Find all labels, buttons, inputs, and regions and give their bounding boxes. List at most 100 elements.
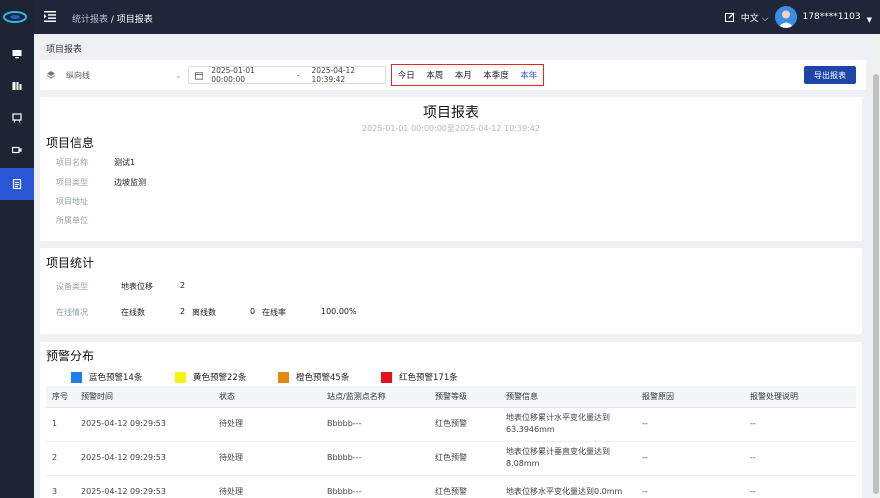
breadcrumb-parent[interactable]: 统计报表 [72,15,108,25]
legend-orange-swatch [278,371,289,383]
cell-info: 地表位移累计垂直变化量达到8.08mm [500,441,636,476]
cell-index: 2 [46,441,75,476]
project-unit-label: 所属单位 [56,216,88,225]
cell-reason: -- [636,407,744,442]
sidebar-item-screen[interactable] [0,102,34,134]
cell-status: 待处理 [213,441,321,476]
report-range: 2025-01-01 00:00:00至2025-04-12 10:39:42 [362,124,540,133]
cell-time: 2025-04-12 09:29:53 [75,407,213,442]
camera-icon [12,146,22,154]
online-rate-label: 在线率 [262,308,286,317]
cell-index: 3 [46,475,75,498]
date-range-picker[interactable]: 2025-01-01 00:00:00 - 2025-04-12 10:39:4… [188,66,386,84]
cell-info: 地表位移累计水平变化量达到63.3946mm [500,407,636,442]
cell-status: 待处理 [213,475,321,498]
col-handling: 报警处理说明 [744,386,856,408]
breadcrumb-separator: / [108,15,117,25]
date-separator: - [296,70,300,80]
cell-handling: -- [744,441,856,476]
legend-blue-label: 蓝色预警14条 [89,373,143,383]
quick-quarter[interactable]: 本季度 [483,69,509,81]
warning-title: 预警分布 [46,349,95,363]
legend-orange-label: 橙色预警45条 [296,373,350,383]
breadcrumb-current: 项目报表 [116,15,153,25]
cell-site: Bbbbb--- [321,475,429,498]
cell-status: 待处理 [213,407,321,442]
export-report-button[interactable]: 导出报表 [804,66,856,84]
cell-handling: -- [744,475,856,498]
sidebar-item-monitor[interactable] [0,38,34,70]
language-switch[interactable]: 中文 ⌵ [741,11,769,24]
legend-red: 红色预警171条 [381,371,458,383]
col-info: 预警信息 [500,386,636,408]
cell-level: 红色预警 [429,407,500,442]
user-dropdown-icon[interactable]: ▼ [867,16,872,24]
cell-handling: -- [744,407,856,442]
cell-reason: -- [636,441,744,476]
topbar: 统计报表 / 项目报表 中文 ⌵ 178****1103 ▼ [34,0,880,34]
sidebar-item-dashboard[interactable] [0,70,34,102]
page-scrollbar[interactable] [872,34,880,498]
col-index: 序号 [46,386,75,408]
edit-icon[interactable] [724,12,735,22]
cell-time: 2025-04-12 09:29:53 [75,475,213,498]
cell-reason: -- [636,475,744,498]
table-row[interactable]: 3 2025-04-12 09:29:53 待处理 Bbbbb--- 红色预警 … [46,475,856,498]
filter-bar: 纵向线 ⌄ 2025-01-01 00:00:00 - 2025-04-12 1… [40,60,866,90]
table-row[interactable]: 1 2025-04-12 09:29:53 待处理 Bbbbb--- 红色预警 … [46,407,856,442]
project-name-label: 项目名称 [56,158,88,167]
quick-range-group: 今日 本周 本月 本季度 本年 [391,64,544,86]
legend-yellow-label: 黄色预警22条 [193,373,247,383]
legend-yellow-swatch [175,371,186,383]
easel-icon [12,113,22,123]
report-icon [12,179,22,189]
end-date[interactable]: 2025-04-12 10:39:42 [312,66,385,84]
offline-count: 0 [250,307,256,316]
sidebar-item-report[interactable] [0,168,34,200]
online-rate: 100.00% [321,307,357,316]
cell-time: 2025-04-12 09:29:53 [75,441,213,476]
table-header-row: 序号 预警时间 状态 站点/监测点名称 预警等级 预警信息 报警原因 报警处理说… [46,386,856,408]
warning-distribution-card: 预警分布 蓝色预警14条 黄色预警22条 橙色预警45条 红色预警171条 序号… [40,342,862,498]
sidebar-item-video[interactable] [0,134,34,166]
chevron-down-icon: ⌄ [175,70,182,80]
cell-info: 地表位移水平变化量达到0.0mm [500,475,636,498]
language-label: 中文 [740,13,759,24]
start-date[interactable]: 2025-01-01 00:00:00 [211,66,284,84]
legend-yellow: 黄色预警22条 [175,371,246,383]
project-stats-title: 项目统计 [46,256,95,270]
dashboard-icon [12,82,22,90]
legend-blue-swatch [71,371,82,383]
quick-year[interactable]: 本年 [520,69,537,81]
project-address-label: 项目地址 [56,197,88,206]
quick-today[interactable]: 今日 [398,69,415,81]
username[interactable]: 178****1103 [803,12,861,22]
layers-icon [46,71,56,79]
project-info-card: 项目报表 2025-01-01 00:00:00至2025-04-12 10:3… [40,97,862,241]
topbar-actions: 中文 ⌵ 178****1103 ▼ [724,6,872,28]
breadcrumb: 统计报表 / 项目报表 [72,12,153,25]
col-status: 状态 [213,386,321,408]
device-count: 2 [180,281,186,290]
device-type-value: 地表位移 [121,282,153,291]
monitor-icon [12,50,22,59]
cell-site: Bbbbb--- [321,407,429,442]
online-count: 2 [180,307,186,316]
table-row[interactable]: 2 2025-04-12 09:29:53 待处理 Bbbbb--- 红色预警 … [46,441,856,476]
logo-icon[interactable] [2,9,28,25]
avatar[interactable] [774,6,797,28]
quick-week[interactable]: 本周 [426,69,443,81]
quick-month[interactable]: 本月 [455,69,472,81]
scrollbar-thumb[interactable] [873,74,879,494]
col-reason: 报警原因 [636,386,744,408]
device-type-label: 设备类型 [56,282,88,291]
menu-toggle-icon[interactable] [44,11,56,25]
cell-level: 红色预警 [429,475,500,498]
legend-orange: 橙色预警45条 [278,371,349,383]
col-site: 站点/监测点名称 [321,386,429,408]
col-level: 预警等级 [429,386,500,408]
project-type-value: 边坡监测 [114,178,146,187]
project-stats-card: 项目统计 设备类型 地表位移 2 在线情况 在线数 2 离线数 0 在线率 10… [40,248,862,334]
project-name-value: 测试1 [114,158,136,167]
project-select[interactable]: 纵向线 ⌄ [46,66,182,84]
